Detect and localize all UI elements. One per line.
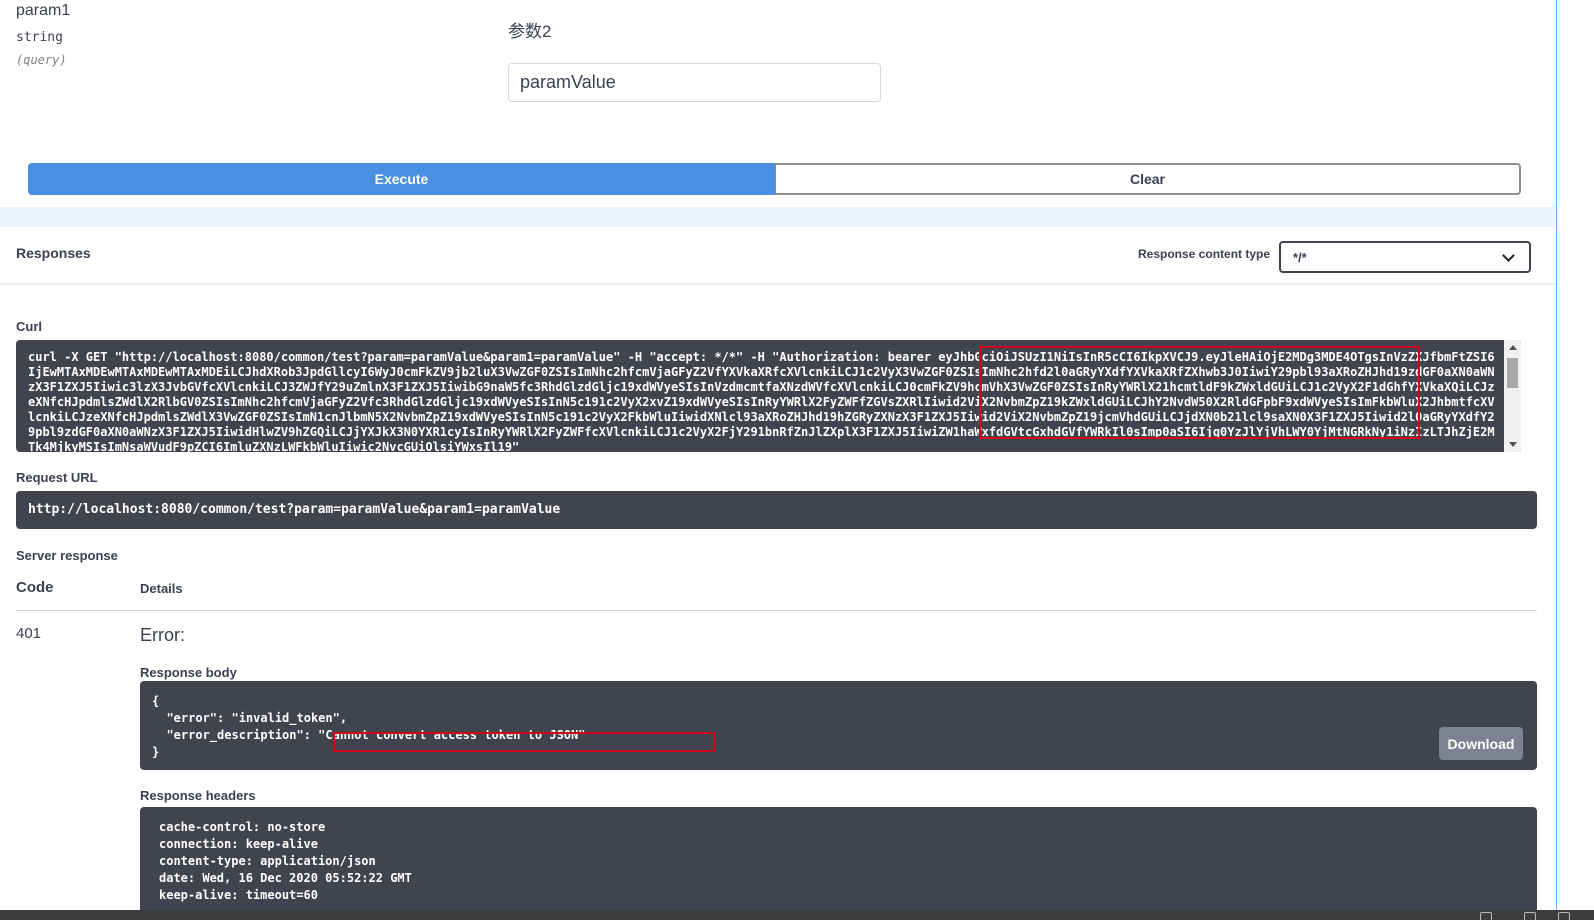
curl-label: Curl bbox=[16, 319, 42, 334]
curl-scrollbar[interactable] bbox=[1504, 340, 1521, 452]
header-line: keep-alive: timeout=60 bbox=[159, 888, 318, 902]
response-headers-label: Response headers bbox=[140, 788, 256, 803]
server-response-label: Server response bbox=[16, 548, 118, 563]
response-headers-block: cache-control: no-store connection: keep… bbox=[140, 807, 1537, 917]
body-line: "error": "invalid_token", bbox=[152, 711, 348, 725]
highlight-box-token bbox=[979, 346, 1420, 439]
param-description: 参数2 bbox=[508, 22, 552, 41]
taskbar bbox=[0, 910, 1594, 920]
clear-button[interactable]: Clear bbox=[775, 163, 1521, 195]
param-type: string bbox=[16, 30, 63, 45]
param-value-input[interactable] bbox=[508, 63, 881, 102]
body-line: { bbox=[152, 694, 160, 708]
response-body-block: { "error": "invalid_token", "error_descr… bbox=[140, 681, 1537, 770]
header-line: cache-control: no-store bbox=[159, 820, 326, 834]
highlight-box-error bbox=[333, 732, 715, 752]
code-column-header: Code bbox=[16, 579, 54, 596]
responses-band bbox=[0, 207, 1556, 227]
request-url-value: http://localhost:8080/common/test?param=… bbox=[16, 491, 1537, 529]
tray-settings-icon[interactable] bbox=[1558, 912, 1570, 920]
param-location: (query) bbox=[16, 53, 67, 67]
responses-header: Responses Response content type */* bbox=[0, 227, 1556, 283]
param-name: param1 bbox=[16, 2, 71, 19]
response-body-label: Response body bbox=[140, 665, 237, 680]
execute-button[interactable]: Execute bbox=[28, 163, 775, 195]
header-line: content-type: application/json bbox=[159, 854, 376, 868]
request-url-label: Request URL bbox=[16, 470, 98, 485]
content-type-value: */* bbox=[1293, 249, 1307, 265]
error-title: Error: bbox=[140, 625, 185, 645]
scroll-thumb[interactable] bbox=[1507, 358, 1518, 388]
tray-share-icon[interactable] bbox=[1524, 912, 1536, 920]
scroll-down-icon[interactable] bbox=[1509, 442, 1517, 447]
execute-clear-group: Execute Clear bbox=[28, 163, 1521, 195]
swagger-operation-panel: param1 string (query) 参数2 Execute Clear … bbox=[0, 0, 1556, 917]
tray-image-icon[interactable] bbox=[1480, 912, 1492, 920]
chevron-down-icon bbox=[1502, 248, 1515, 262]
content-type-label: Response content type bbox=[1138, 247, 1271, 261]
download-button[interactable]: Download bbox=[1439, 727, 1523, 760]
scroll-up-icon[interactable] bbox=[1509, 345, 1517, 350]
responses-title: Responses bbox=[16, 245, 91, 261]
header-line: date: Wed, 16 Dec 2020 05:52:22 GMT bbox=[159, 871, 412, 885]
content-type-select[interactable]: */* bbox=[1279, 241, 1531, 273]
table-divider bbox=[16, 610, 1537, 611]
status-code: 401 bbox=[16, 625, 42, 642]
page-border bbox=[1556, 0, 1557, 910]
header-line: connection: keep-alive bbox=[159, 837, 318, 851]
details-column-header: Details bbox=[140, 581, 183, 596]
